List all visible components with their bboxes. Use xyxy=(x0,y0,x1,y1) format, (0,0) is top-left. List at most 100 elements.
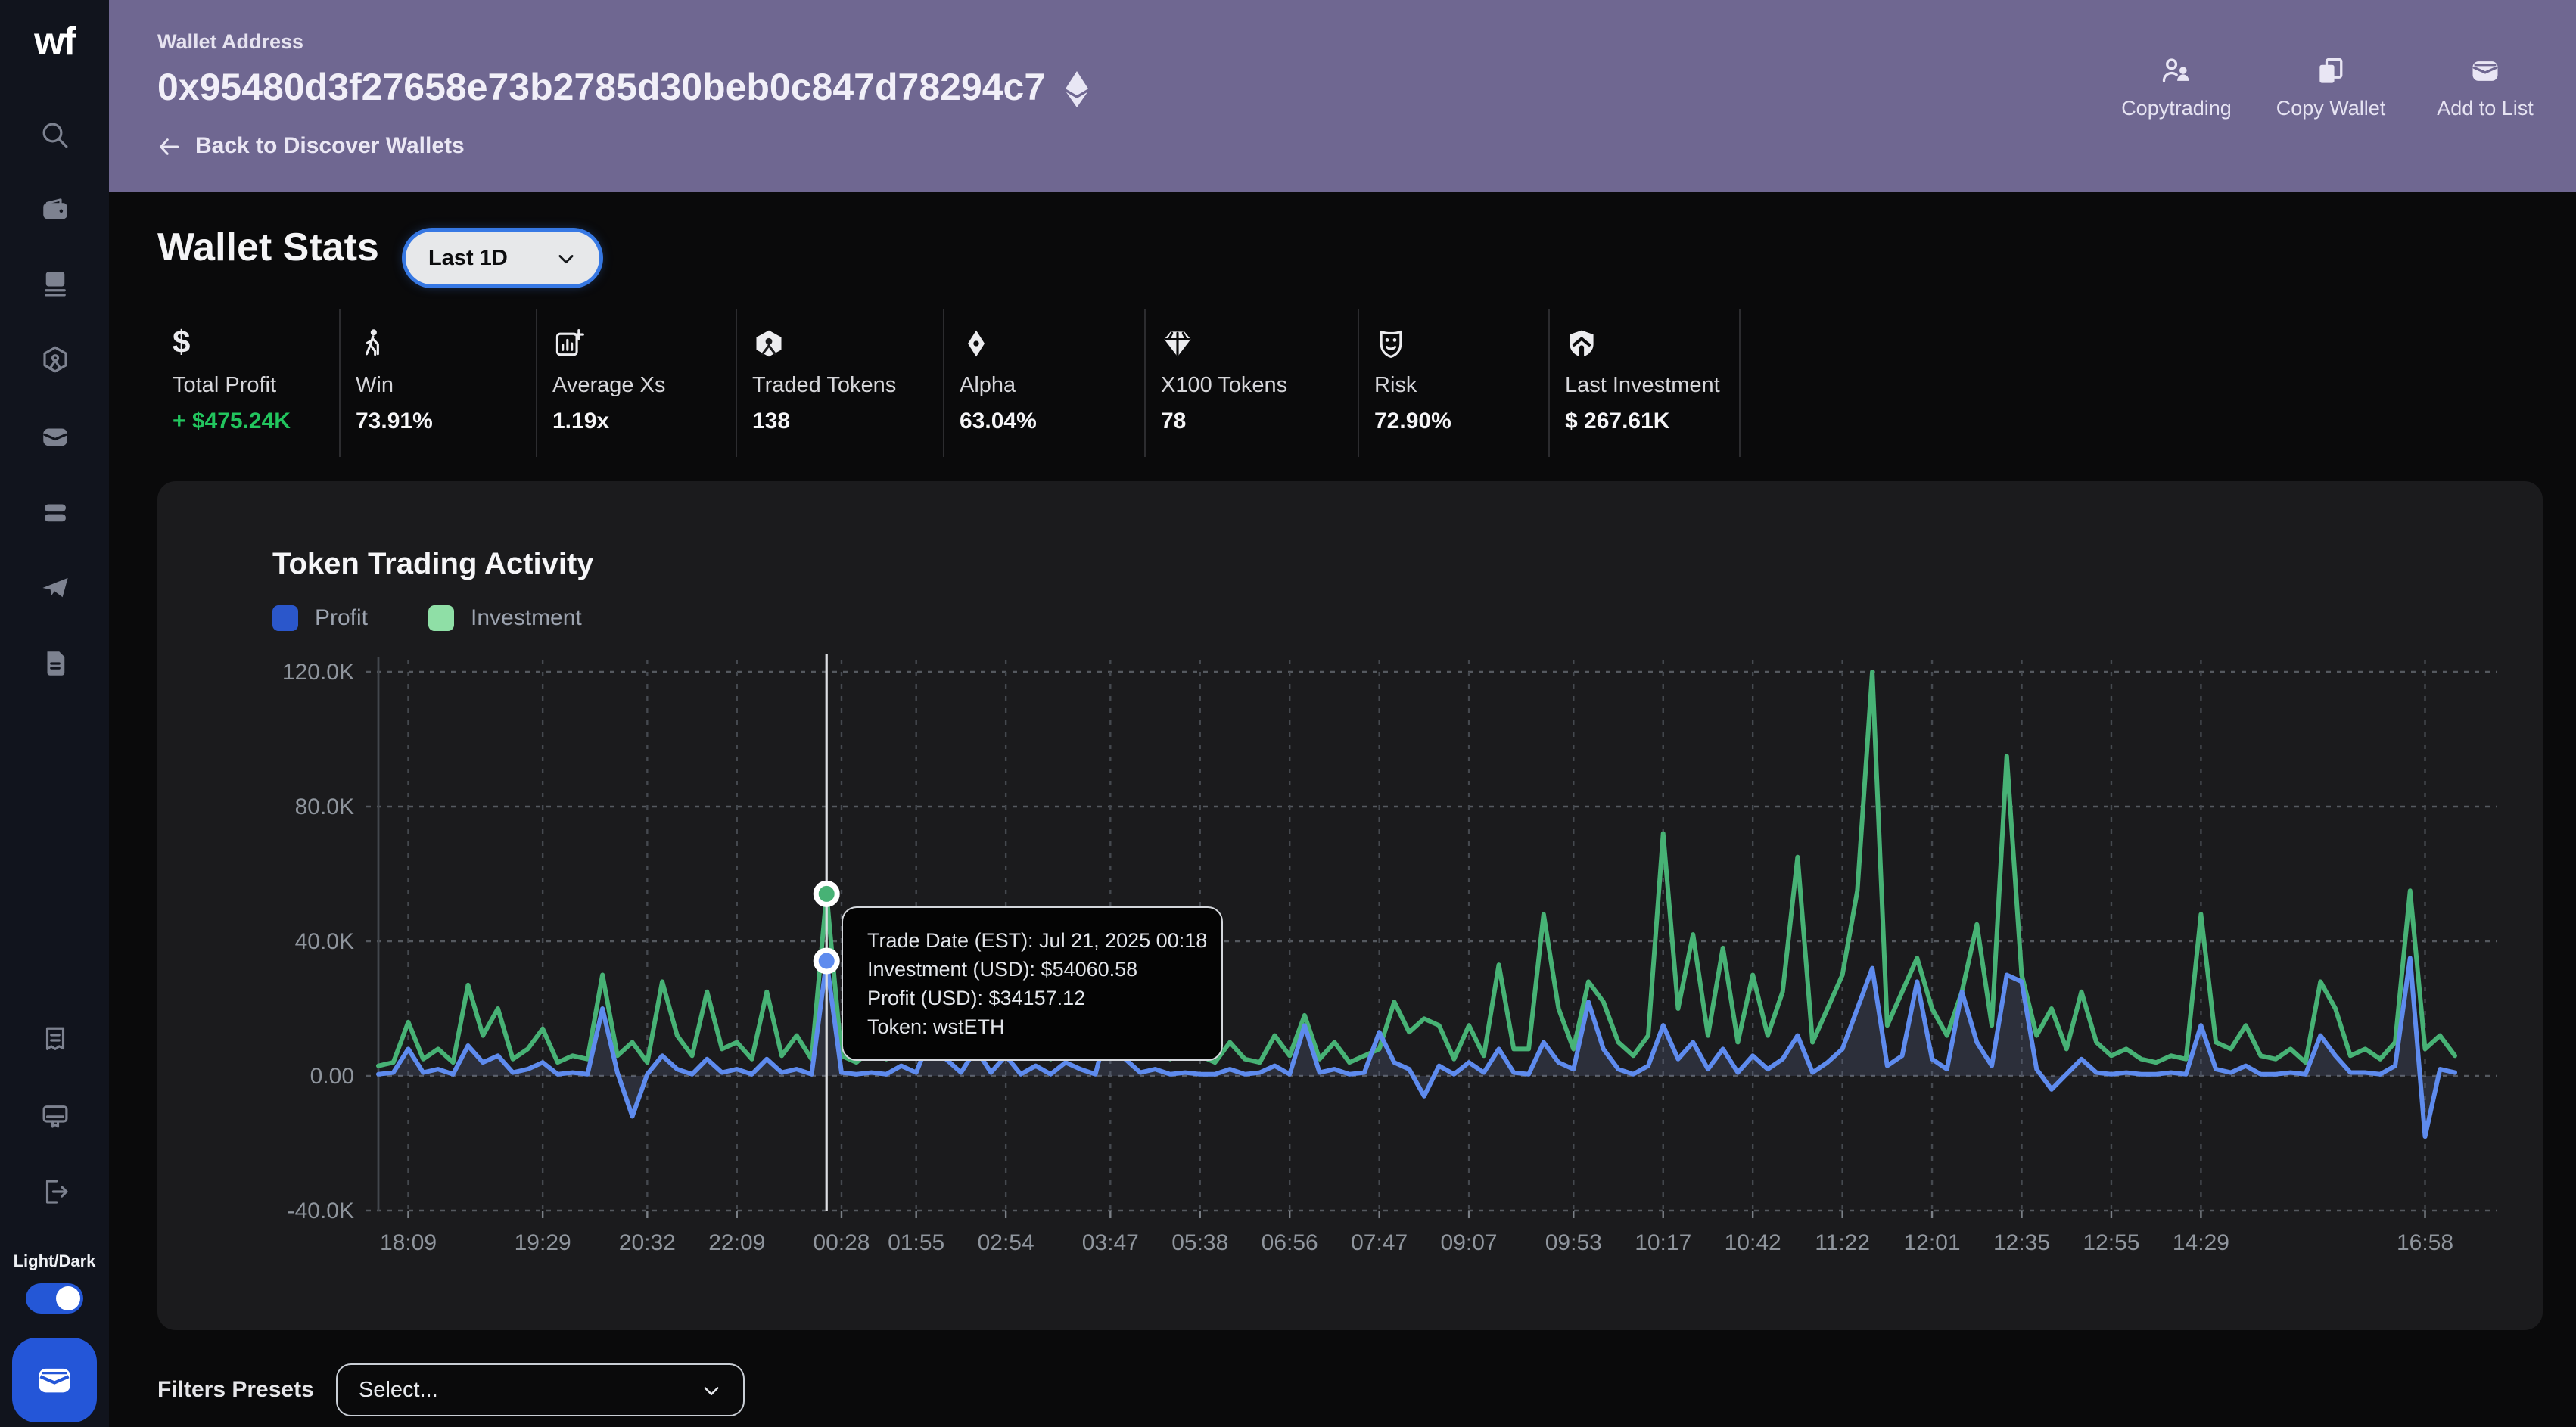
app-root: wf Light/Dark Wallet Address 0x95480d3f2… xyxy=(0,0,2576,1427)
token-cube-icon xyxy=(42,346,67,373)
header: Wallet Address 0x95480d3f27658e73b2785d3… xyxy=(109,0,2576,192)
tooltip-trade-date: Trade Date (EST): Jul 21, 2025 00:18 xyxy=(867,929,1208,952)
wallet-card-icon xyxy=(2472,61,2498,81)
profit-area xyxy=(378,958,2455,1137)
sidebar-item-ledger[interactable] xyxy=(0,268,109,300)
arrow-left-icon xyxy=(160,138,179,154)
legend-label: Profit xyxy=(315,605,369,631)
stat-value: $ 267.61K xyxy=(1565,409,1670,434)
investment-marker-dot xyxy=(813,880,840,907)
sidebar-item-monitor[interactable] xyxy=(0,1100,109,1132)
copytrading-label: Copytrading xyxy=(2121,97,2232,120)
x-tick-label: 03:47 xyxy=(1082,1230,1139,1255)
trading-chart-svg[interactable]: 120.0K 80.0K 40.0K 0.00 -40.0K 18:09 19:29 20:3… xyxy=(185,651,2515,1301)
stat-value: 1.19x xyxy=(552,409,610,434)
monitor-icon xyxy=(42,1105,67,1128)
chart-tooltip: Trade Date (EST): Jul 21, 2025 00:18 Inv… xyxy=(842,906,1223,1061)
stat-average-xs: Average Xs 1.19x xyxy=(537,309,737,457)
ethereum-icon xyxy=(1065,70,1088,107)
x-tick-label: 12:35 xyxy=(1993,1230,2050,1255)
stat-total-profit: $ Total Profit + $475.24K xyxy=(157,309,341,457)
stat-label: X100 Tokens xyxy=(1161,374,1288,398)
copytrading-users-icon xyxy=(2162,58,2189,82)
copytrading-button[interactable]: Copytrading xyxy=(2107,54,2246,120)
x-tick-label: 01:55 xyxy=(888,1230,944,1255)
document-icon xyxy=(46,651,64,676)
stat-value: + $475.24K xyxy=(173,409,291,434)
chart-area[interactable]: 120.0K 80.0K 40.0K 0.00 -40.0K 18:09 19:29 20:3… xyxy=(185,651,2515,1301)
stats-row: $ Total Profit + $475.24K Win 73.91% Ave… xyxy=(157,309,1741,457)
stat-last-investment: Last Investment $ 267.61K xyxy=(1550,309,1741,457)
wallet-card-icon xyxy=(39,1368,70,1393)
stat-label: Total Profit xyxy=(173,374,276,398)
logout-icon xyxy=(45,1180,67,1204)
legend-item-profit[interactable]: Profit xyxy=(272,605,368,631)
telegram-icon xyxy=(42,577,67,598)
wallet-address-label: Wallet Address xyxy=(157,30,304,53)
stat-value: 63.04% xyxy=(960,409,1037,434)
copy-icon xyxy=(2319,58,2343,83)
wallet-icon xyxy=(42,198,67,219)
trading-activity-card: Token Trading Activity Profit Investment… xyxy=(157,481,2543,1330)
light-dark-toggle[interactable] xyxy=(26,1283,83,1314)
x-tick-label: 00:28 xyxy=(813,1230,870,1255)
sidebar-item-document[interactable] xyxy=(0,648,109,679)
stat-label: Average Xs xyxy=(552,374,666,398)
search-icon xyxy=(42,123,67,148)
stat-label: Alpha xyxy=(960,374,1016,398)
tooltip-token: Token: wstETH xyxy=(867,1015,1005,1038)
sidebar-item-logout[interactable] xyxy=(0,1176,109,1208)
profit-swatch xyxy=(272,605,298,631)
receipt-icon xyxy=(45,1027,64,1050)
filters-presets-select[interactable]: Select... xyxy=(336,1363,745,1416)
y-tick-label: 40.0K xyxy=(295,929,354,954)
copy-wallet-label: Copy Wallet xyxy=(2276,97,2386,120)
sidebar-item-wallet[interactable] xyxy=(0,194,109,225)
x-tick-label: 11:22 xyxy=(1815,1230,1870,1255)
sidebar: wf Light/Dark xyxy=(0,0,109,1427)
x-tick-label: 20:32 xyxy=(619,1230,676,1255)
x-tick-label: 10:42 xyxy=(1725,1230,1781,1255)
y-tick-label: -40.0K xyxy=(288,1198,354,1223)
x-tick-label: 02:54 xyxy=(978,1230,1034,1255)
token-cube-icon xyxy=(752,324,943,360)
stat-label: Traded Tokens xyxy=(752,374,897,398)
add-to-list-label: Add to List xyxy=(2437,97,2534,120)
mask-icon xyxy=(1374,324,1548,360)
add-to-list-button[interactable]: Add to List xyxy=(2416,54,2555,120)
legend-item-investment[interactable]: Investment xyxy=(428,605,582,631)
stat-alpha: Alpha 63.04% xyxy=(944,309,1146,457)
x-tick-label: 14:29 xyxy=(2173,1230,2229,1255)
chart-title: Token Trading Activity xyxy=(272,548,594,581)
copy-wallet-button[interactable]: Copy Wallet xyxy=(2261,54,2400,120)
gem-icon xyxy=(1161,324,1358,360)
sidebar-item-layers[interactable] xyxy=(0,496,109,528)
stat-x100-tokens: X100 Tokens 78 xyxy=(1146,309,1359,457)
stat-value: 138 xyxy=(752,409,791,434)
toggle-knob xyxy=(56,1286,80,1310)
x-tick-label: 18:09 xyxy=(380,1230,437,1255)
sidebar-item-telegram[interactable] xyxy=(0,572,109,604)
stat-label: Risk xyxy=(1374,374,1417,398)
sidebar-item-card[interactable] xyxy=(0,421,109,452)
x-tick-label: 10:17 xyxy=(1635,1230,1691,1255)
time-range-select[interactable]: Last 1D xyxy=(406,232,599,284)
x-tick-label: 05:38 xyxy=(1171,1230,1228,1255)
tooltip-profit: Profit (USD): $34157.12 xyxy=(867,987,1086,1009)
profit-line xyxy=(376,956,2457,1139)
chart-plus-icon xyxy=(552,324,736,360)
stat-value: 73.91% xyxy=(356,409,433,434)
sidebar-item-receipt[interactable] xyxy=(0,1024,109,1056)
stat-label: Win xyxy=(356,374,394,398)
back-to-discover-link[interactable]: Back to Discover Wallets xyxy=(157,133,465,159)
wallet-quick-button[interactable] xyxy=(12,1338,97,1422)
time-range-value: Last 1D xyxy=(428,246,508,270)
stat-value: 78 xyxy=(1161,409,1187,434)
stat-value: 72.90% xyxy=(1374,409,1451,434)
x-tick-label: 19:29 xyxy=(515,1230,571,1255)
sidebar-item-search[interactable] xyxy=(0,120,109,151)
sidebar-item-tokens[interactable] xyxy=(0,344,109,375)
card-wallet-icon xyxy=(42,428,67,446)
x-tick-label: 06:56 xyxy=(1262,1230,1318,1255)
filters-select-placeholder: Select... xyxy=(359,1378,438,1402)
